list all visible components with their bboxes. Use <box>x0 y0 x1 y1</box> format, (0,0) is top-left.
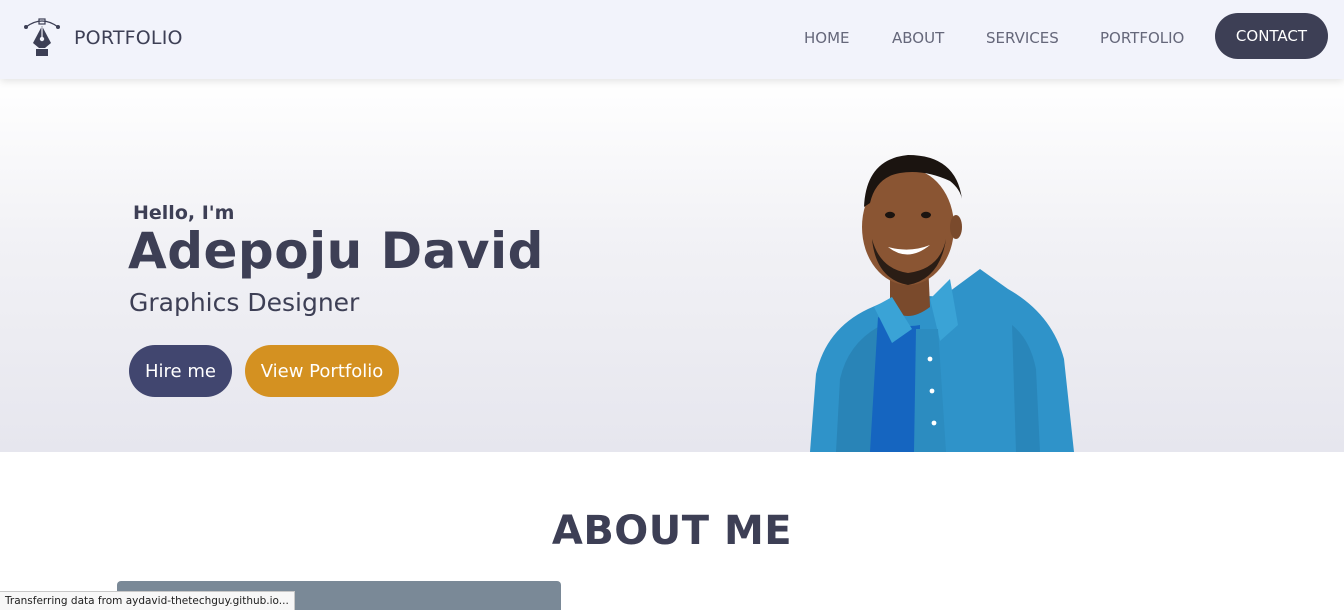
browser-status-bar: Transferring data from aydavid-thetechgu… <box>0 591 295 610</box>
navbar: PORTFOLIO HOME ABOUT SERVICES PORTFOLIO … <box>0 0 1344 79</box>
nav-portfolio[interactable]: PORTFOLIO <box>1100 29 1184 47</box>
view-portfolio-button[interactable]: View Portfolio <box>245 345 399 397</box>
nav-services[interactable]: SERVICES <box>986 29 1059 47</box>
hire-me-button[interactable]: Hire me <box>129 345 232 397</box>
hero-role: Graphics Designer <box>129 288 360 317</box>
profile-photo <box>810 155 1074 452</box>
nav-about[interactable]: ABOUT <box>892 29 944 47</box>
nav-links: HOME ABOUT SERVICES PORTFOLIO <box>0 0 1344 79</box>
nav-home[interactable]: HOME <box>804 29 850 47</box>
contact-button[interactable]: CONTACT <box>1215 13 1328 59</box>
about-title: ABOUT ME <box>551 508 793 554</box>
hero-greeting: Hello, I'm <box>133 202 235 224</box>
hero-section: Hello, I'm Adepoju David Graphics Design… <box>0 79 1344 452</box>
hero-name: Adepoju David <box>128 222 544 280</box>
